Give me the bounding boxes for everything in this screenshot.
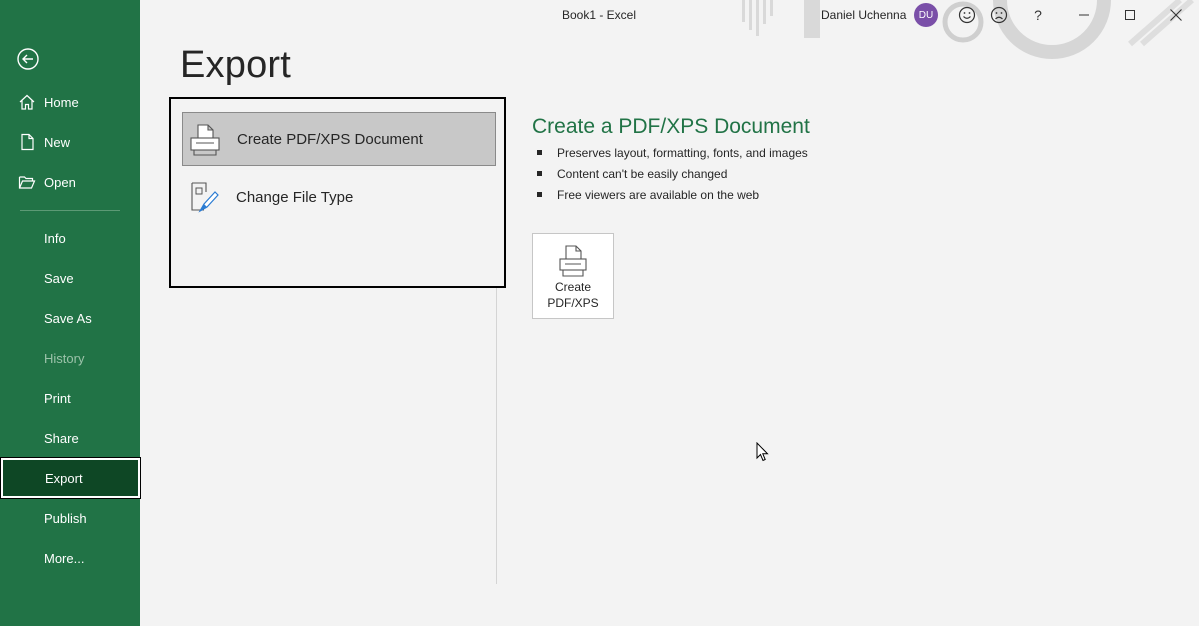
sidebar-item-label: Share — [44, 430, 79, 446]
sidebar-item-open[interactable]: Open — [0, 162, 140, 202]
sidebar-item-label: Publish — [44, 510, 87, 526]
export-options-panel: Create PDF/XPS Document Change File Type — [169, 97, 506, 288]
sidebar-item-history: History — [0, 338, 140, 378]
sidebar-item-label: More... — [44, 550, 85, 566]
sidebar-item-info[interactable]: Info — [0, 218, 140, 258]
home-icon — [19, 94, 35, 110]
smile-feedback-button[interactable] — [955, 3, 979, 27]
option-change-file-type[interactable]: Change File Type — [182, 170, 496, 224]
create-button-label-line1: Create — [554, 280, 592, 294]
sidebar-item-save-as[interactable]: Save As — [0, 298, 140, 338]
open-folder-icon — [18, 176, 36, 189]
minimize-button[interactable] — [1072, 3, 1096, 27]
create-pdf-xps-button[interactable]: Create PDF/XPS — [532, 233, 614, 319]
option-label: Create PDF/XPS Document — [237, 130, 423, 148]
sidebar-item-home[interactable]: Home — [0, 82, 140, 122]
maximize-button[interactable] — [1118, 3, 1142, 27]
bullet-text: Free viewers are available on the web — [557, 188, 760, 202]
sidebar-item-more[interactable]: More... — [0, 538, 140, 578]
sidebar-item-label: Export — [45, 470, 83, 486]
sidebar-item-label: Save As — [44, 310, 92, 326]
option-label: Change File Type — [236, 188, 354, 206]
sidebar-item-label: History — [44, 350, 85, 366]
sidebar-item-label: New — [44, 134, 71, 150]
sidebar-item-publish[interactable]: Publish — [0, 498, 140, 538]
close-button[interactable] — [1164, 3, 1188, 27]
bullet-icon — [537, 171, 542, 176]
minimize-icon — [1079, 14, 1089, 16]
bullet-icon — [537, 192, 542, 197]
sidebar-divider — [20, 210, 120, 211]
close-icon — [1170, 9, 1182, 21]
sidebar-item-label: Home — [44, 94, 79, 110]
frown-icon — [990, 6, 1008, 24]
page-title: Export — [180, 44, 292, 86]
sidebar-item-label: Info — [44, 230, 66, 246]
option-create-pdf-xps[interactable]: Create PDF/XPS Document — [182, 112, 496, 166]
back-button[interactable] — [14, 45, 42, 73]
frown-feedback-button[interactable] — [987, 3, 1011, 27]
user-name[interactable]: Daniel Uchenna — [821, 8, 906, 22]
sidebar-item-save[interactable]: Save — [0, 258, 140, 298]
sidebar-item-print[interactable]: Print — [0, 378, 140, 418]
create-button-label: Create PDF/XPS — [533, 279, 613, 311]
sidebar-item-label: Save — [44, 270, 74, 286]
sidebar-item-new[interactable]: New — [0, 122, 140, 162]
pdf-document-icon — [190, 124, 220, 156]
pdf-document-icon — [559, 245, 587, 277]
help-icon: ? — [1034, 7, 1042, 23]
list-item: Free viewers are available on the web — [536, 186, 808, 207]
new-document-icon — [21, 133, 34, 151]
window-title: Book1 - Excel — [561, 8, 637, 22]
list-item: Content can't be easily changed — [536, 165, 808, 186]
sidebar-item-label: Open — [44, 174, 76, 190]
maximize-icon — [1125, 10, 1135, 20]
bullet-text: Preserves layout, formatting, fonts, and… — [557, 146, 808, 160]
backstage-sidebar: Home New Open Info Save Save As History — [0, 0, 141, 626]
detail-title: Create a PDF/XPS Document — [532, 115, 810, 138]
bullet-icon — [537, 150, 542, 155]
panel-divider — [496, 288, 497, 584]
create-button-label-line2: PDF/XPS — [547, 296, 599, 310]
sidebar-item-share[interactable]: Share — [0, 418, 140, 458]
detail-bullet-list: Preserves layout, formatting, fonts, and… — [536, 144, 808, 207]
change-file-type-icon — [191, 182, 219, 213]
mouse-pointer-icon — [756, 442, 769, 462]
excel-backstage: Home New Open Info Save Save As History — [0, 0, 1199, 626]
avatar[interactable]: DU — [914, 3, 938, 27]
sidebar-item-label: Print — [44, 390, 71, 406]
list-item: Preserves layout, formatting, fonts, and… — [536, 144, 808, 165]
help-button[interactable]: ? — [1026, 3, 1050, 27]
back-arrow-icon — [17, 48, 39, 70]
bullet-text: Content can't be easily changed — [557, 167, 728, 181]
smile-icon — [958, 6, 976, 24]
sidebar-item-export[interactable]: Export — [0, 457, 141, 499]
